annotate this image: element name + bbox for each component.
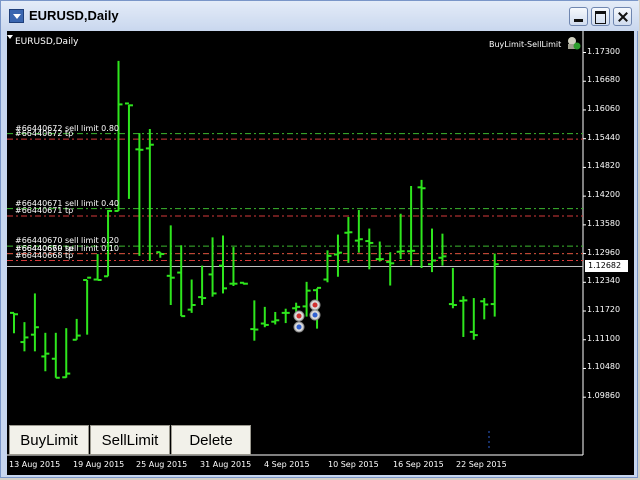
chart-menu-arrow-icon[interactable]	[7, 35, 13, 39]
minimize-button[interactable]	[569, 7, 588, 26]
price-tick-label: 1.14820	[587, 161, 621, 171]
ohlc-chart	[7, 31, 586, 456]
date-tick-label: 16 Sep 2015	[393, 460, 444, 469]
price-tick-label: 1.14200	[587, 190, 621, 200]
title-bar[interactable]: EURUSD,Daily	[1, 1, 639, 31]
price-tick-label: 1.17300	[587, 46, 621, 56]
trade-marker-dot	[312, 312, 318, 318]
current-price-tag: 1.12682	[585, 260, 628, 273]
close-button[interactable]	[613, 7, 632, 26]
order-line-label: #66440668 tp	[15, 250, 74, 260]
price-tick-label: 1.09860	[587, 391, 621, 401]
delete-button[interactable]: Delete	[171, 425, 251, 455]
chart-window-icon	[9, 9, 24, 23]
sell-limit-button[interactable]: SellLimit	[90, 425, 170, 455]
date-tick-label: 31 Aug 2015	[200, 460, 252, 469]
trade-marker-dot	[312, 302, 318, 308]
price-tick-label: 1.16680	[587, 75, 621, 85]
expert-advisor-icon[interactable]	[565, 35, 581, 51]
symbol-label: EURUSD,Daily	[15, 37, 79, 47]
trade-marker-dot	[296, 324, 302, 330]
price-tick-label: 1.12960	[587, 247, 621, 257]
price-tick-label: 1.11100	[587, 333, 621, 343]
price-chart[interactable]: EURUSD,Daily BuyLimit-SellLimit #6644067…	[7, 31, 634, 475]
date-tick-label: 25 Aug 2015	[136, 460, 188, 469]
window-title: EURUSD,Daily	[29, 8, 119, 23]
terminal-window: EURUSD,Daily EURUSD,Daily BuyLimit-SellL…	[0, 0, 639, 478]
expert-advisor-name: BuyLimit-SellLimit	[489, 40, 562, 49]
price-tick-label: 1.15440	[587, 132, 621, 142]
maximize-button[interactable]	[591, 7, 610, 26]
date-tick-label: 4 Sep 2015	[264, 460, 310, 469]
order-line-label: #66440671 tp	[15, 206, 74, 216]
price-tick-label: 1.11720	[587, 305, 621, 315]
price-tick-label: 1.13580	[587, 218, 621, 228]
date-tick-label: 13 Aug 2015	[9, 460, 61, 469]
date-tick-label: 19 Aug 2015	[73, 460, 125, 469]
price-tick-label: 1.10480	[587, 362, 621, 372]
trade-marker-dot	[296, 313, 302, 319]
order-line-label: #66440672 tp	[15, 129, 74, 139]
date-tick-label: 22 Sep 2015	[456, 460, 507, 469]
price-tick-label: 1.16060	[587, 103, 621, 113]
date-tick-label: 10 Sep 2015	[328, 460, 379, 469]
buy-limit-button[interactable]: BuyLimit	[9, 425, 89, 455]
price-tick-label: 1.12340	[587, 276, 621, 286]
